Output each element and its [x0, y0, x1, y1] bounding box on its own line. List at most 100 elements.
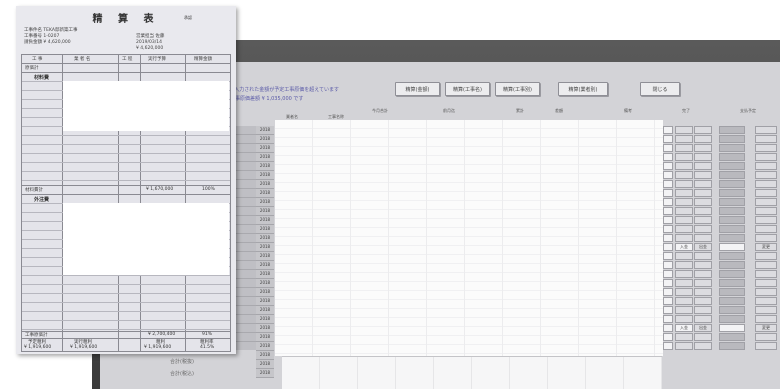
row-number[interactable]: 2018: [256, 135, 274, 144]
action-cell[interactable]: [694, 288, 712, 296]
action-cell[interactable]: [663, 234, 673, 242]
row-number[interactable]: 2018: [256, 216, 274, 225]
action-cell[interactable]: [663, 333, 673, 341]
action-cell[interactable]: [719, 180, 745, 188]
action-cell[interactable]: [694, 315, 712, 323]
row-number[interactable]: 2018: [256, 315, 274, 324]
data-entry-grid[interactable]: [275, 120, 663, 356]
action-cell[interactable]: [663, 243, 673, 251]
action-cell[interactable]: [755, 333, 777, 341]
action-cell[interactable]: [755, 135, 777, 143]
row-number[interactable]: 2018: [256, 279, 274, 288]
action-cell[interactable]: [719, 333, 745, 341]
row-number[interactable]: 2018: [256, 243, 274, 252]
action-cell[interactable]: [719, 216, 745, 224]
action-cell[interactable]: [675, 198, 693, 206]
action-cell[interactable]: [719, 144, 745, 152]
action-cell[interactable]: [675, 270, 693, 278]
settle-amount-button[interactable]: 精算(金額): [395, 82, 440, 96]
action-cell[interactable]: [719, 270, 745, 278]
action-cell[interactable]: [719, 171, 745, 179]
row-number[interactable]: 2018: [256, 207, 274, 216]
action-cell[interactable]: [663, 324, 673, 332]
action-cell[interactable]: [675, 342, 693, 350]
action-cell[interactable]: 入金: [675, 324, 693, 332]
action-cell[interactable]: [675, 153, 693, 161]
row-number[interactable]: 2018: [256, 297, 274, 306]
action-cell[interactable]: [663, 126, 673, 134]
action-cell[interactable]: [694, 279, 712, 287]
row-number[interactable]: 2018: [256, 198, 274, 207]
action-cell[interactable]: [719, 225, 745, 233]
action-cell[interactable]: [675, 315, 693, 323]
row-number[interactable]: 2018: [256, 126, 274, 135]
action-cell[interactable]: [694, 216, 712, 224]
action-cell[interactable]: [755, 198, 777, 206]
action-cell[interactable]: [663, 315, 673, 323]
action-cell[interactable]: [675, 126, 693, 134]
row-number[interactable]: 2018: [256, 369, 274, 378]
close-button[interactable]: 閉じる: [640, 82, 680, 96]
action-cell[interactable]: [694, 261, 712, 269]
row-number[interactable]: 2018: [256, 162, 274, 171]
action-cell[interactable]: [694, 198, 712, 206]
action-cell[interactable]: [694, 171, 712, 179]
action-cell[interactable]: [675, 189, 693, 197]
row-number[interactable]: 2018: [256, 288, 274, 297]
action-cell[interactable]: [663, 189, 673, 197]
action-cell[interactable]: [675, 135, 693, 143]
row-number[interactable]: 2018: [256, 333, 274, 342]
action-cell[interactable]: [694, 225, 712, 233]
action-cell[interactable]: [755, 126, 777, 134]
action-cell[interactable]: [755, 225, 777, 233]
action-cell[interactable]: [675, 180, 693, 188]
action-cell[interactable]: [694, 252, 712, 260]
row-number[interactable]: 2018: [256, 171, 274, 180]
action-cell[interactable]: [719, 126, 745, 134]
row-number[interactable]: 2018: [256, 342, 274, 351]
row-number[interactable]: 2018: [256, 189, 274, 198]
action-cell[interactable]: [675, 225, 693, 233]
action-cell[interactable]: [755, 189, 777, 197]
action-cell[interactable]: [663, 207, 673, 215]
action-cell[interactable]: [719, 135, 745, 143]
action-cell[interactable]: [719, 288, 745, 296]
action-cell[interactable]: [694, 180, 712, 188]
action-cell[interactable]: [755, 153, 777, 161]
action-cell[interactable]: [755, 315, 777, 323]
action-cell[interactable]: [719, 189, 745, 197]
action-cell[interactable]: [719, 207, 745, 215]
action-cell[interactable]: 出金: [694, 324, 712, 332]
row-number[interactable]: 2018: [256, 252, 274, 261]
action-cell[interactable]: [663, 180, 673, 188]
action-cell[interactable]: [719, 153, 745, 161]
row-number[interactable]: 2018: [256, 306, 274, 315]
action-cell[interactable]: [675, 261, 693, 269]
action-cell[interactable]: [663, 144, 673, 152]
row-number[interactable]: 2018: [256, 351, 274, 360]
action-cell[interactable]: [663, 279, 673, 287]
action-cell[interactable]: [719, 306, 745, 314]
action-cell[interactable]: [694, 144, 712, 152]
action-cell[interactable]: [675, 333, 693, 341]
settle-project-button[interactable]: 精算(工事名): [445, 82, 490, 96]
action-cell[interactable]: [755, 144, 777, 152]
action-cell[interactable]: [675, 306, 693, 314]
action-cell[interactable]: [675, 144, 693, 152]
action-cell[interactable]: [755, 216, 777, 224]
action-cell[interactable]: [755, 297, 777, 305]
action-cell[interactable]: [694, 306, 712, 314]
action-cell[interactable]: [694, 207, 712, 215]
action-cell[interactable]: [719, 297, 745, 305]
action-cell[interactable]: [755, 171, 777, 179]
action-cell[interactable]: [719, 315, 745, 323]
action-cell[interactable]: [719, 243, 745, 251]
action-cell[interactable]: [719, 342, 745, 350]
action-cell[interactable]: [755, 180, 777, 188]
action-cell[interactable]: [755, 306, 777, 314]
action-cell[interactable]: [675, 162, 693, 170]
action-cell[interactable]: [694, 342, 712, 350]
action-cell[interactable]: [663, 216, 673, 224]
action-cell[interactable]: [719, 234, 745, 242]
action-cell[interactable]: [755, 162, 777, 170]
